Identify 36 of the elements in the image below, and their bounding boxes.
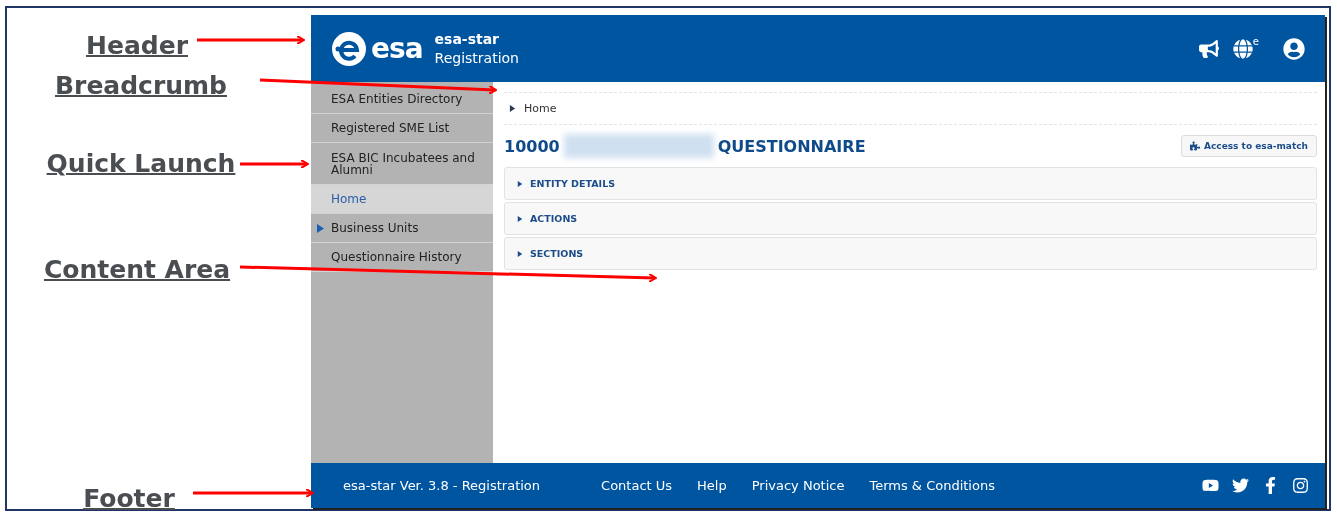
app-subtitle: Registration xyxy=(434,48,519,68)
app-name: esa-star xyxy=(434,29,501,49)
footer-link[interactable]: Help xyxy=(697,478,727,493)
language-label: e xyxy=(1252,36,1259,47)
annotation-label: Content Area xyxy=(43,255,231,284)
megaphone-icon[interactable] xyxy=(1198,38,1219,59)
page-title: QUESTIONNAIRE xyxy=(717,136,866,156)
footer-link[interactable]: Privacy Notice xyxy=(751,478,845,493)
caret-right-icon xyxy=(317,223,324,233)
footer-link[interactable]: Contact Us xyxy=(601,478,673,493)
instagram-icon[interactable] xyxy=(1292,477,1309,494)
annotation-label: Footer xyxy=(83,484,175,513)
annotation-label: Breadcrumb xyxy=(55,71,227,100)
accordion-header[interactable]: ENTITY DETAILS xyxy=(504,167,1317,200)
caret-right-icon xyxy=(517,250,523,257)
globe-icon[interactable] xyxy=(1232,38,1253,59)
annotation-label: Header xyxy=(86,31,188,60)
caret-right-icon xyxy=(509,105,516,112)
esa-match-button[interactable]: Access to esa-match xyxy=(1181,135,1317,157)
sidebar-item[interactable]: Home xyxy=(311,185,493,214)
caret-right-icon xyxy=(517,215,523,222)
annotation-arrow xyxy=(240,159,309,169)
caret-right-icon xyxy=(517,180,523,187)
accordion-header[interactable]: SECTIONS xyxy=(504,237,1317,270)
twitter-icon[interactable] xyxy=(1232,477,1249,494)
puzzle-icon xyxy=(1190,141,1200,151)
logo-text: esa xyxy=(371,32,423,65)
accordion-header[interactable]: ACTIONS xyxy=(504,202,1317,235)
version-text: esa-star Ver. 3.8 - Registration xyxy=(343,478,541,493)
annotation-label: Quick Launch xyxy=(46,149,236,178)
breadcrumb-link[interactable]: Home xyxy=(524,102,557,115)
youtube-icon[interactable] xyxy=(1202,477,1219,494)
logo-icon xyxy=(331,30,367,67)
questionnaire-id: 10000 xyxy=(504,136,560,156)
footer-link[interactable]: Terms & Conditions xyxy=(869,478,995,493)
user-icon[interactable] xyxy=(1283,37,1305,60)
